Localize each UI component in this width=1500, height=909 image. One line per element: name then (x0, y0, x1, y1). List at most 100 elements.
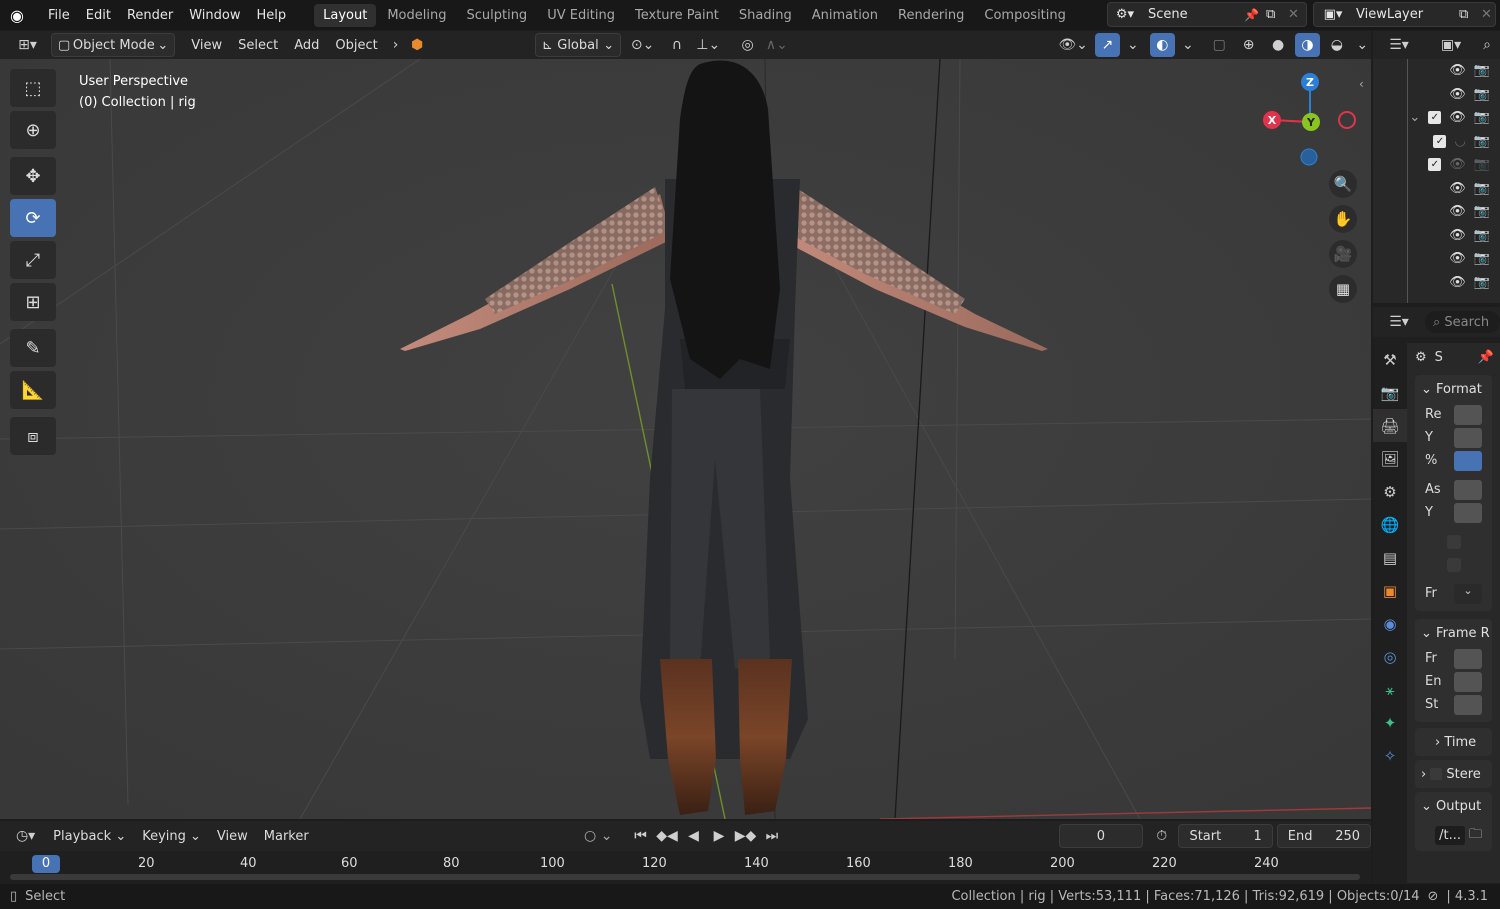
active-object-icon[interactable]: ⬢ (407, 33, 427, 57)
new-scene-icon[interactable]: ⧉ (1266, 7, 1288, 22)
rendered-shading-icon[interactable]: ◒ (1324, 33, 1349, 57)
value-field[interactable] (1454, 694, 1482, 715)
outliner-row[interactable]: 👁 📷 (1373, 247, 1500, 271)
tab-modeling[interactable]: Modeling (378, 4, 455, 27)
eye-icon[interactable]: 👁 (1449, 204, 1466, 219)
frame-end-row[interactable]: En (1415, 670, 1492, 693)
play-reverse-icon[interactable]: ◀ (683, 824, 705, 848)
menu-file[interactable]: File (40, 8, 78, 23)
aspect-y-row[interactable]: Y (1415, 501, 1492, 524)
value-field[interactable] (1454, 479, 1482, 500)
outliner-row[interactable]: ✓ ◡ 📷 (1373, 130, 1500, 154)
menu-window[interactable]: Window (181, 8, 248, 23)
outliner-row[interactable]: 👁 📷 (1373, 59, 1500, 83)
bone-tab-icon[interactable]: ✧ (1373, 739, 1407, 772)
camera-icon[interactable]: 📷 (1474, 204, 1490, 219)
jump-keyframe-forward-icon[interactable]: ▶◆ (734, 824, 757, 848)
transform-orientation-dropdown[interactable]: ⊾ Global ⌄ (534, 33, 622, 57)
camera-icon[interactable]: 📷 (1474, 134, 1490, 149)
format-panel-header[interactable]: ⌄ Format (1415, 375, 1492, 403)
camera-icon[interactable]: 📷 (1474, 181, 1490, 196)
move-tool-icon[interactable]: ✥ (10, 157, 56, 195)
checkbox[interactable] (1446, 534, 1461, 549)
close-view-layer-icon[interactable]: ✕ (1481, 7, 1495, 22)
mode-dropdown[interactable]: ▢ Object Mode ⌄ (51, 33, 176, 57)
data-tab-icon[interactable]: ✦ (1373, 706, 1407, 739)
camera-icon[interactable]: 📷 (1474, 87, 1490, 102)
frame-step-row[interactable]: St (1415, 693, 1492, 716)
checkbox-icon[interactable]: ✓ (1428, 158, 1442, 172)
tab-uv-editing[interactable]: UV Editing (538, 4, 624, 27)
snap-icon[interactable]: ∩ (664, 33, 689, 57)
time-stretching-panel[interactable]: › Time (1415, 728, 1492, 756)
pin-icon[interactable]: 📌 (1244, 8, 1266, 22)
modifiers-tab-icon[interactable]: ◉ (1373, 607, 1407, 640)
outliner[interactable]: 👁 📷 👁 📷 ⌄ ✓ 👁 📷 ✓ ◡ 📷 ✓ 👁 📷 👁 📷 👁 📷 👁 📷 👁 📷 👁 📷 (1373, 59, 1500, 303)
checkbox-icon[interactable]: ✓ (1428, 111, 1442, 125)
jump-start-icon[interactable]: ⏮ (630, 824, 652, 848)
menu-marker[interactable]: Marker (258, 824, 315, 848)
grid-view-icon[interactable]: ▦ (1329, 275, 1357, 303)
value-field[interactable] (1454, 450, 1482, 471)
aspect-x-row[interactable]: As (1415, 478, 1492, 501)
display-mode-icon[interactable]: ▣▾ (1431, 33, 1471, 57)
timeline-editor-type-icon[interactable]: ◷▾ (8, 824, 43, 848)
render-tab-icon[interactable]: 📷 (1373, 376, 1407, 409)
outliner-row[interactable]: 👁 📷 (1373, 271, 1500, 295)
constraints-tab-icon[interactable]: ⚹ (1373, 673, 1407, 706)
neg-x-axis-handle[interactable] (1338, 111, 1356, 129)
object-tab-icon[interactable]: ▣ (1373, 574, 1407, 607)
visibility-icon[interactable]: 👁⌄ (1056, 33, 1091, 57)
menu-help[interactable]: Help (249, 8, 295, 23)
proportional-edit-icon[interactable]: ◎ (735, 33, 760, 57)
eye-closed-icon[interactable]: ◡ (1454, 134, 1465, 149)
eye-icon[interactable]: 👁 (1449, 251, 1466, 266)
output-path-row[interactable]: /t... 🗀 (1415, 824, 1492, 847)
expand-chevron-icon[interactable]: ⌄ (1409, 110, 1420, 125)
world-tab-icon[interactable]: 🌐 (1373, 508, 1407, 541)
menu-add[interactable]: Add (288, 33, 325, 57)
transform-tool-icon[interactable]: ⊞ (10, 283, 56, 321)
neg-z-axis-handle[interactable] (1300, 148, 1318, 166)
scene-tab-icon[interactable]: ⚙ (1373, 475, 1407, 508)
checkbox[interactable] (1430, 768, 1443, 780)
pivot-point-icon[interactable]: ⊙⌄ (625, 33, 660, 57)
eye-icon[interactable]: 👁 (1449, 181, 1466, 196)
scene-selector[interactable]: ⚙▾ Scene 📌 ⧉ ✕ (1107, 2, 1307, 27)
crop-row[interactable] (1415, 553, 1492, 576)
camera-view-icon[interactable]: 🎥 (1329, 240, 1357, 268)
menu-render[interactable]: Render (119, 8, 181, 23)
annotate-tool-icon[interactable]: ✎ (10, 329, 56, 367)
xray-icon[interactable]: ▢ (1207, 33, 1232, 57)
menu-view[interactable]: View (211, 824, 254, 848)
cursor-tool-icon[interactable]: ⊕ (10, 111, 56, 149)
tool-tab-icon[interactable]: ⚒ (1373, 343, 1407, 376)
tab-layout[interactable]: Layout (314, 3, 377, 27)
pan-hand-icon[interactable]: ✋ (1329, 205, 1357, 233)
value-field[interactable] (1454, 648, 1482, 669)
tab-compositing[interactable]: Compositing (975, 4, 1075, 27)
zoom-icon[interactable]: 🔍 (1329, 170, 1357, 198)
stereoscopy-panel[interactable]: › Stere (1415, 760, 1492, 788)
camera-icon[interactable]: 📷 (1474, 63, 1490, 78)
playhead[interactable]: 0 (32, 855, 60, 873)
properties-editor-type-icon[interactable]: ☰▾ (1381, 310, 1417, 334)
outliner-row[interactable]: ⌄ ✓ 👁 📷 (1373, 106, 1500, 130)
tab-sculpting[interactable]: Sculpting (457, 4, 536, 27)
outliner-row[interactable]: 👁 📷 (1373, 200, 1500, 224)
scale-tool-icon[interactable]: ⤢ (10, 241, 56, 279)
blender-logo-icon[interactable]: ◉ (10, 6, 32, 25)
timeline-scrollbar[interactable] (10, 874, 1360, 880)
snap-target-icon[interactable]: ⊥⌄ (694, 33, 723, 57)
add-cube-tool-icon[interactable]: ⧈ (10, 417, 56, 455)
material-shading-icon[interactable]: ◑ (1294, 33, 1321, 57)
select-box-tool-icon[interactable]: ⬚ (10, 69, 56, 107)
eye-icon[interactable]: 👁 (1449, 275, 1466, 290)
solid-shading-icon[interactable]: ● (1265, 33, 1290, 57)
outliner-search-icon[interactable]: ⌕ (1477, 33, 1497, 57)
value-field[interactable] (1454, 404, 1482, 425)
chevron-down-icon[interactable]: ⌄ (1124, 33, 1142, 57)
frame-range-panel-header[interactable]: ⌄ Frame R (1415, 619, 1492, 647)
play-icon[interactable]: ▶ (708, 824, 730, 848)
physics-tab-icon[interactable]: ◎ (1373, 640, 1407, 673)
